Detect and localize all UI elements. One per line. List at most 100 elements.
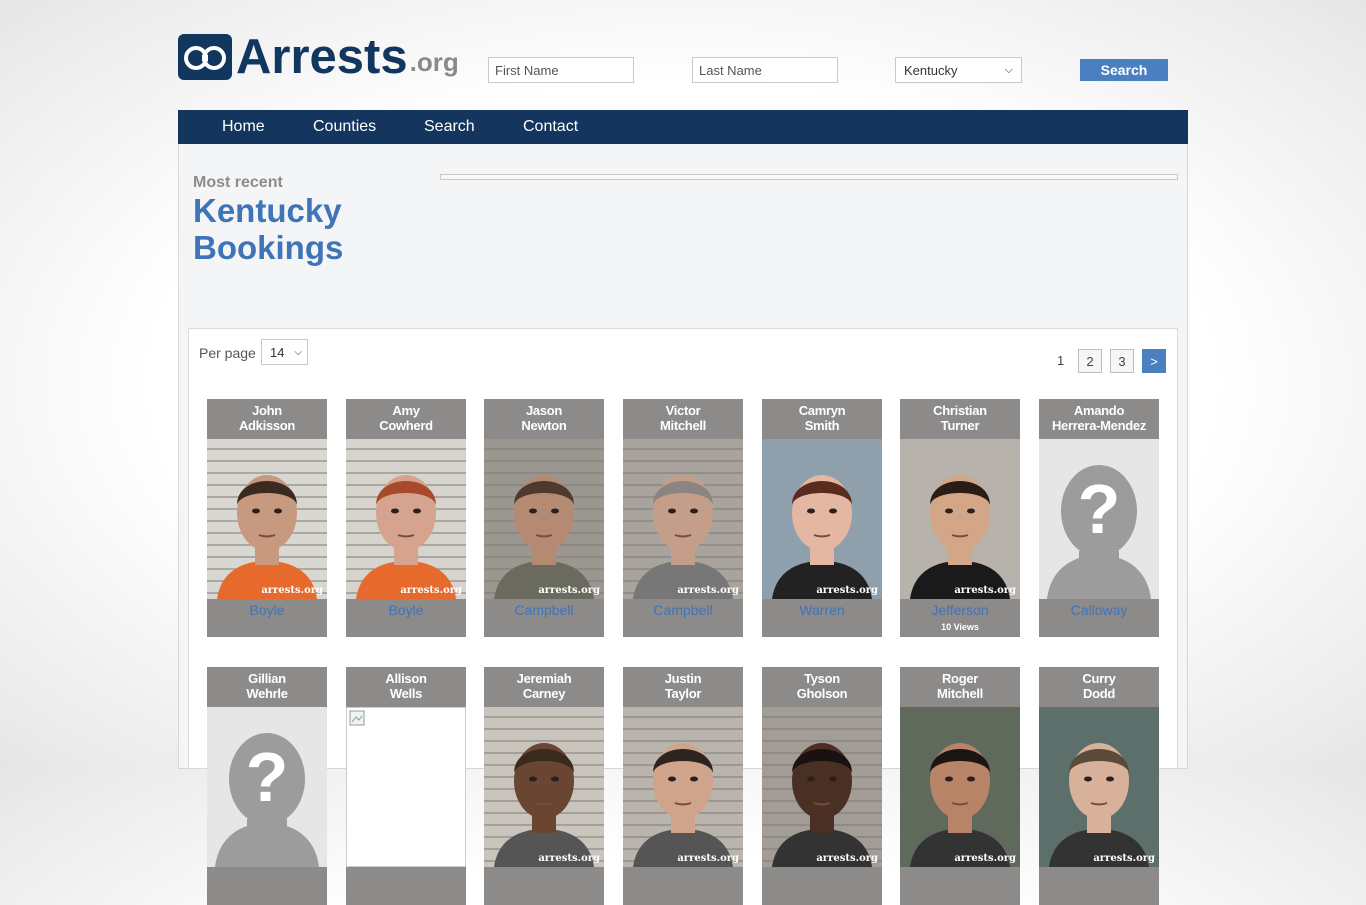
mugshot-photo[interactable]: arrests.org	[900, 439, 1020, 599]
inmate-first-name: Roger	[941, 671, 979, 686]
inmate-first-name: Amy	[392, 403, 420, 418]
mugshot-photo[interactable]: arrests.org	[900, 707, 1020, 867]
county-link[interactable]: Calloway	[1039, 602, 1159, 618]
page-title-line1: Kentucky	[193, 192, 342, 229]
inmate-name[interactable]: Justin Taylor	[623, 671, 743, 701]
mugshot-photo[interactable]: arrests.org	[623, 439, 743, 599]
main-nav: Home Counties Search Contact	[178, 110, 1188, 144]
inmate-last-name: Taylor	[664, 686, 702, 701]
booking-card[interactable]: Gillian Wehrle?	[207, 667, 327, 905]
booking-card[interactable]: Amy Cowherd arrests.org Boyle	[346, 399, 466, 637]
inmate-first-name: Tyson	[804, 671, 840, 686]
per-page-select[interactable]: 14 ⌵	[261, 339, 308, 365]
inmate-name[interactable]: Victor Mitchell	[623, 403, 743, 433]
inmate-name[interactable]: Jason Newton	[484, 403, 604, 433]
main-content: Most recent Kentucky Bookings Per page 1…	[178, 144, 1188, 905]
watermark-text: arrests.org	[400, 585, 462, 596]
mugshot-photo[interactable]: arrests.org	[762, 707, 882, 867]
nav-search[interactable]: Search	[424, 110, 475, 144]
watermark-text: arrests.org	[538, 585, 600, 596]
watermark-text: arrests.org	[677, 585, 739, 596]
inmate-first-name: Justin	[664, 671, 702, 686]
logo-wordmark: Arrests	[236, 30, 408, 84]
inmate-first-name: Victor	[665, 403, 701, 418]
svg-text:?: ?	[1078, 470, 1121, 548]
pagination-page-2[interactable]: 2	[1078, 349, 1102, 373]
inmate-first-name: Christian	[933, 403, 987, 418]
watermark-text: arrests.org	[954, 853, 1016, 864]
pagination-next[interactable]: >	[1142, 349, 1166, 373]
booking-card[interactable]: Justin Taylor arrests.org	[623, 667, 743, 905]
watermark-text: arrests.org	[677, 853, 739, 864]
county-link[interactable]: Boyle	[346, 602, 466, 618]
inmate-name[interactable]: Gillian Wehrle	[207, 671, 327, 701]
booking-card[interactable]: Amando Herrera-Mendez? Calloway	[1039, 399, 1159, 637]
unknown-person-placeholder-icon[interactable]: ?	[1039, 439, 1159, 599]
inmate-name[interactable]: Jeremiah Carney	[484, 671, 604, 701]
watermark-text: arrests.org	[261, 585, 323, 596]
inmate-last-name: Newton	[521, 418, 567, 433]
booking-card[interactable]: Jeremiah Carney arrests.org	[484, 667, 604, 905]
inmate-name[interactable]: Amy Cowherd	[346, 403, 466, 433]
booking-card[interactable]: John Adkisson arrests.org Boyle	[207, 399, 327, 637]
inmate-name[interactable]: Roger Mitchell	[900, 671, 1020, 701]
last-name-input[interactable]	[692, 57, 838, 83]
inmate-last-name: Adkisson	[238, 418, 296, 433]
inmate-name[interactable]: Curry Dodd	[1039, 671, 1159, 701]
inmate-name[interactable]: Amando Herrera-Mendez	[1039, 403, 1159, 433]
county-link[interactable]: Jefferson	[900, 602, 1020, 618]
inmate-last-name: Smith	[804, 418, 840, 433]
booking-card[interactable]: Curry Dodd arrests.org	[1039, 667, 1159, 905]
county-link[interactable]: Boyle	[207, 602, 327, 618]
broken-image-icon[interactable]	[346, 707, 466, 867]
state-select-value: Kentucky	[904, 62, 958, 78]
inmate-name[interactable]: Camryn Smith	[762, 403, 882, 433]
inmate-name[interactable]: John Adkisson	[207, 403, 327, 433]
booking-card[interactable]: Victor Mitchell arrests.org Campbell	[623, 399, 743, 637]
site-logo[interactable]: Arrests .org	[178, 30, 459, 84]
mugshot-photo[interactable]: arrests.org	[346, 439, 466, 599]
county-link[interactable]: Campbell	[623, 602, 743, 618]
inmate-name[interactable]: Tyson Gholson	[762, 671, 882, 701]
booking-card[interactable]: Tyson Gholson arrests.org	[762, 667, 882, 905]
booking-card[interactable]: Camryn Smith arrests.org Warren	[762, 399, 882, 637]
unknown-person-placeholder-icon[interactable]: ?	[207, 707, 327, 867]
page-kicker: Most recent	[193, 174, 283, 191]
first-name-input[interactable]	[488, 57, 634, 83]
mugshot-photo[interactable]: arrests.org	[484, 439, 604, 599]
inmate-last-name: Mitchell	[660, 418, 706, 433]
mugshot-photo[interactable]: arrests.org	[207, 439, 327, 599]
inmate-last-name: Cowherd	[379, 418, 433, 433]
inmate-name[interactable]: Christian Turner	[900, 403, 1020, 433]
booking-card[interactable]: Jason Newton arrests.org Campbell	[484, 399, 604, 637]
mugshot-photo[interactable]: arrests.org	[484, 707, 604, 867]
nav-counties[interactable]: Counties	[313, 110, 376, 144]
county-link[interactable]: Warren	[762, 602, 882, 618]
inmate-first-name: Jeremiah	[516, 671, 572, 686]
watermark-text: arrests.org	[538, 853, 600, 864]
view-count: 10 Views	[941, 622, 979, 632]
booking-card[interactable]: Allison Wells	[346, 667, 466, 905]
search-button[interactable]: Search	[1080, 59, 1168, 81]
pagination-current: 1	[1057, 353, 1065, 368]
inmate-first-name: Gillian	[248, 671, 286, 686]
inmate-name[interactable]: Allison Wells	[346, 671, 466, 701]
inmate-last-name: Herrera-Mendez	[1051, 418, 1147, 433]
pagination-page-3[interactable]: 3	[1110, 349, 1134, 373]
nav-home[interactable]: Home	[222, 110, 265, 144]
nav-contact[interactable]: Contact	[523, 110, 578, 144]
booking-card[interactable]: Roger Mitchell arrests.org	[900, 667, 1020, 905]
handcuffs-logo-icon	[178, 34, 232, 80]
mugshot-photo[interactable]: arrests.org	[623, 707, 743, 867]
state-select[interactable]: Kentucky ⌵	[895, 57, 1022, 83]
watermark-text: arrests.org	[816, 585, 878, 596]
mugshot-photo[interactable]: arrests.org	[762, 439, 882, 599]
inmate-last-name: Mitchell	[937, 686, 983, 701]
booking-card[interactable]: Christian Turner arrests.org Jefferson 10 Vi…	[900, 399, 1020, 637]
logo-suffix: .org	[409, 47, 459, 77]
svg-text:?: ?	[246, 738, 289, 816]
per-page-label: Per page	[199, 345, 256, 361]
county-link[interactable]: Campbell	[484, 602, 604, 618]
mugshot-photo[interactable]: arrests.org	[1039, 707, 1159, 867]
per-page-value: 14	[270, 344, 285, 360]
